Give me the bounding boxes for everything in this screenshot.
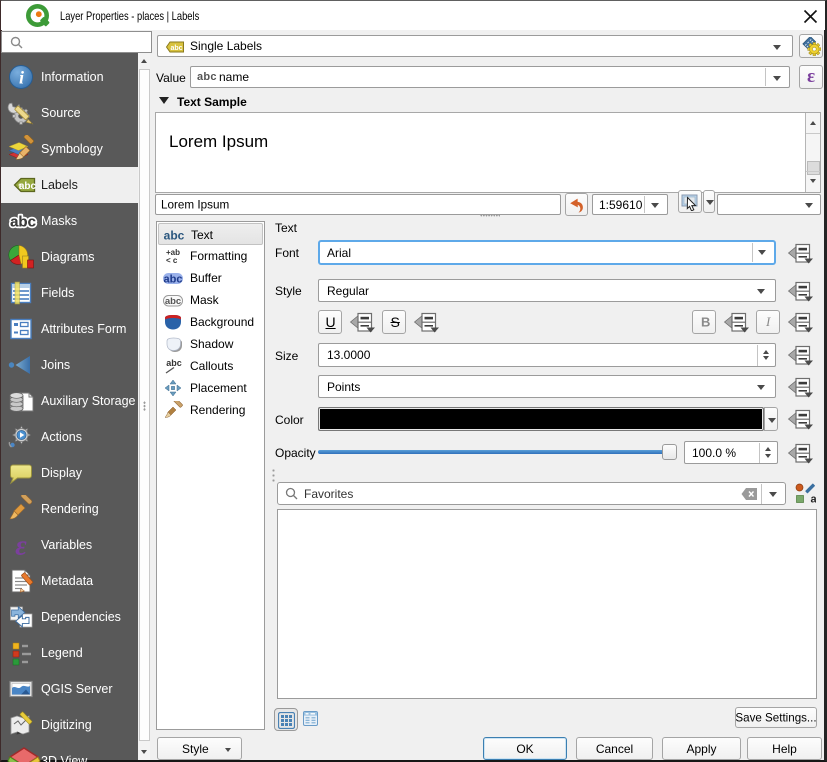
svg-text:i: i	[19, 68, 24, 88]
svg-text:a: a	[811, 494, 817, 505]
svg-text:abc: abc	[165, 296, 181, 307]
svg-text:abc: abc	[164, 229, 185, 243]
svg-text:abc: abc	[166, 358, 182, 368]
svg-text:abc: abc	[170, 45, 182, 52]
svg-text:abc: abc	[10, 214, 36, 231]
svg-text:abc: abc	[19, 181, 37, 192]
svg-text:ε: ε	[15, 531, 27, 559]
svg-text:< c: < c	[166, 256, 178, 265]
svg-text:abc: abc	[164, 274, 183, 286]
